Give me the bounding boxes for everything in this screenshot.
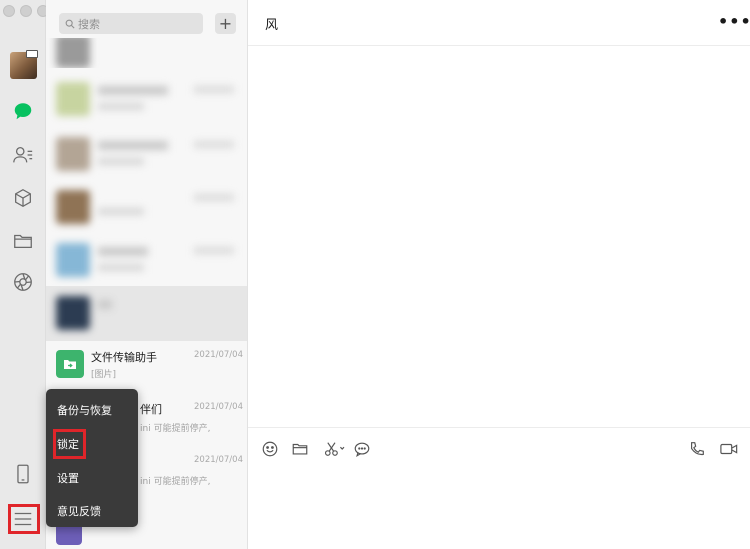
list-item[interactable]: 文件传输助手 [图片] 2021/07/04 bbox=[46, 340, 247, 395]
folder-icon[interactable] bbox=[290, 439, 310, 459]
chat-time: 2021/07/04 bbox=[194, 402, 243, 412]
message-area[interactable] bbox=[248, 47, 750, 427]
minimize-window-button[interactable] bbox=[20, 5, 32, 17]
list-item[interactable] bbox=[46, 180, 247, 235]
search-placeholder: 搜索 bbox=[78, 17, 100, 31]
file-transfer-icon bbox=[56, 350, 84, 378]
chat-bubble-icon[interactable] bbox=[352, 439, 372, 459]
search-input[interactable]: 搜索 bbox=[59, 13, 203, 34]
emoji-icon[interactable] bbox=[260, 439, 280, 459]
conversation-header: 风 ••• bbox=[248, 0, 750, 46]
chat-time: 2021/07/04 bbox=[194, 350, 243, 360]
window-controls bbox=[3, 5, 49, 17]
chat-preview: ini 可能提前停产, bbox=[140, 477, 211, 487]
phone-call-icon[interactable] bbox=[687, 439, 707, 459]
menu-item-settings[interactable]: 设置 bbox=[57, 470, 79, 486]
sidebar-rail bbox=[0, 0, 49, 549]
chat-time: 2021/07/04 bbox=[194, 455, 243, 465]
chat-name: 伴们 bbox=[140, 403, 162, 416]
menu-item-feedback[interactable]: 意见反馈 bbox=[57, 503, 101, 519]
list-item-selected[interactable] bbox=[46, 286, 247, 341]
search-icon bbox=[65, 19, 75, 29]
phone-icon[interactable] bbox=[11, 462, 35, 486]
list-item[interactable] bbox=[46, 233, 247, 288]
video-call-icon[interactable] bbox=[718, 439, 740, 459]
message-input[interactable] bbox=[248, 468, 750, 549]
favorites-icon[interactable] bbox=[11, 186, 35, 210]
divider bbox=[248, 427, 750, 428]
close-window-button[interactable] bbox=[3, 5, 15, 17]
lock-item-highlight bbox=[53, 429, 86, 459]
more-button[interactable]: ••• bbox=[718, 12, 750, 31]
list-item[interactable] bbox=[46, 127, 247, 182]
chat-icon[interactable] bbox=[11, 99, 35, 123]
menu-item-backup[interactable]: 备份与恢复 bbox=[57, 402, 112, 418]
add-button[interactable]: + bbox=[215, 13, 236, 34]
conversation-pane: 风 ••• bbox=[248, 0, 750, 549]
conversation-title: 风 bbox=[265, 18, 279, 33]
list-item[interactable] bbox=[46, 72, 247, 127]
menu-button-highlight bbox=[8, 504, 40, 534]
chat-preview: ini 可能提前停产, bbox=[140, 424, 211, 434]
device-badge-icon bbox=[26, 50, 38, 58]
moments-icon[interactable] bbox=[11, 270, 35, 294]
list-item[interactable] bbox=[46, 38, 247, 68]
contacts-icon[interactable] bbox=[11, 143, 35, 167]
chat-preview: [图片] bbox=[91, 370, 117, 380]
chat-name: 文件传输助手 bbox=[91, 351, 157, 364]
scissors-icon[interactable] bbox=[322, 439, 348, 459]
files-icon[interactable] bbox=[11, 229, 35, 253]
